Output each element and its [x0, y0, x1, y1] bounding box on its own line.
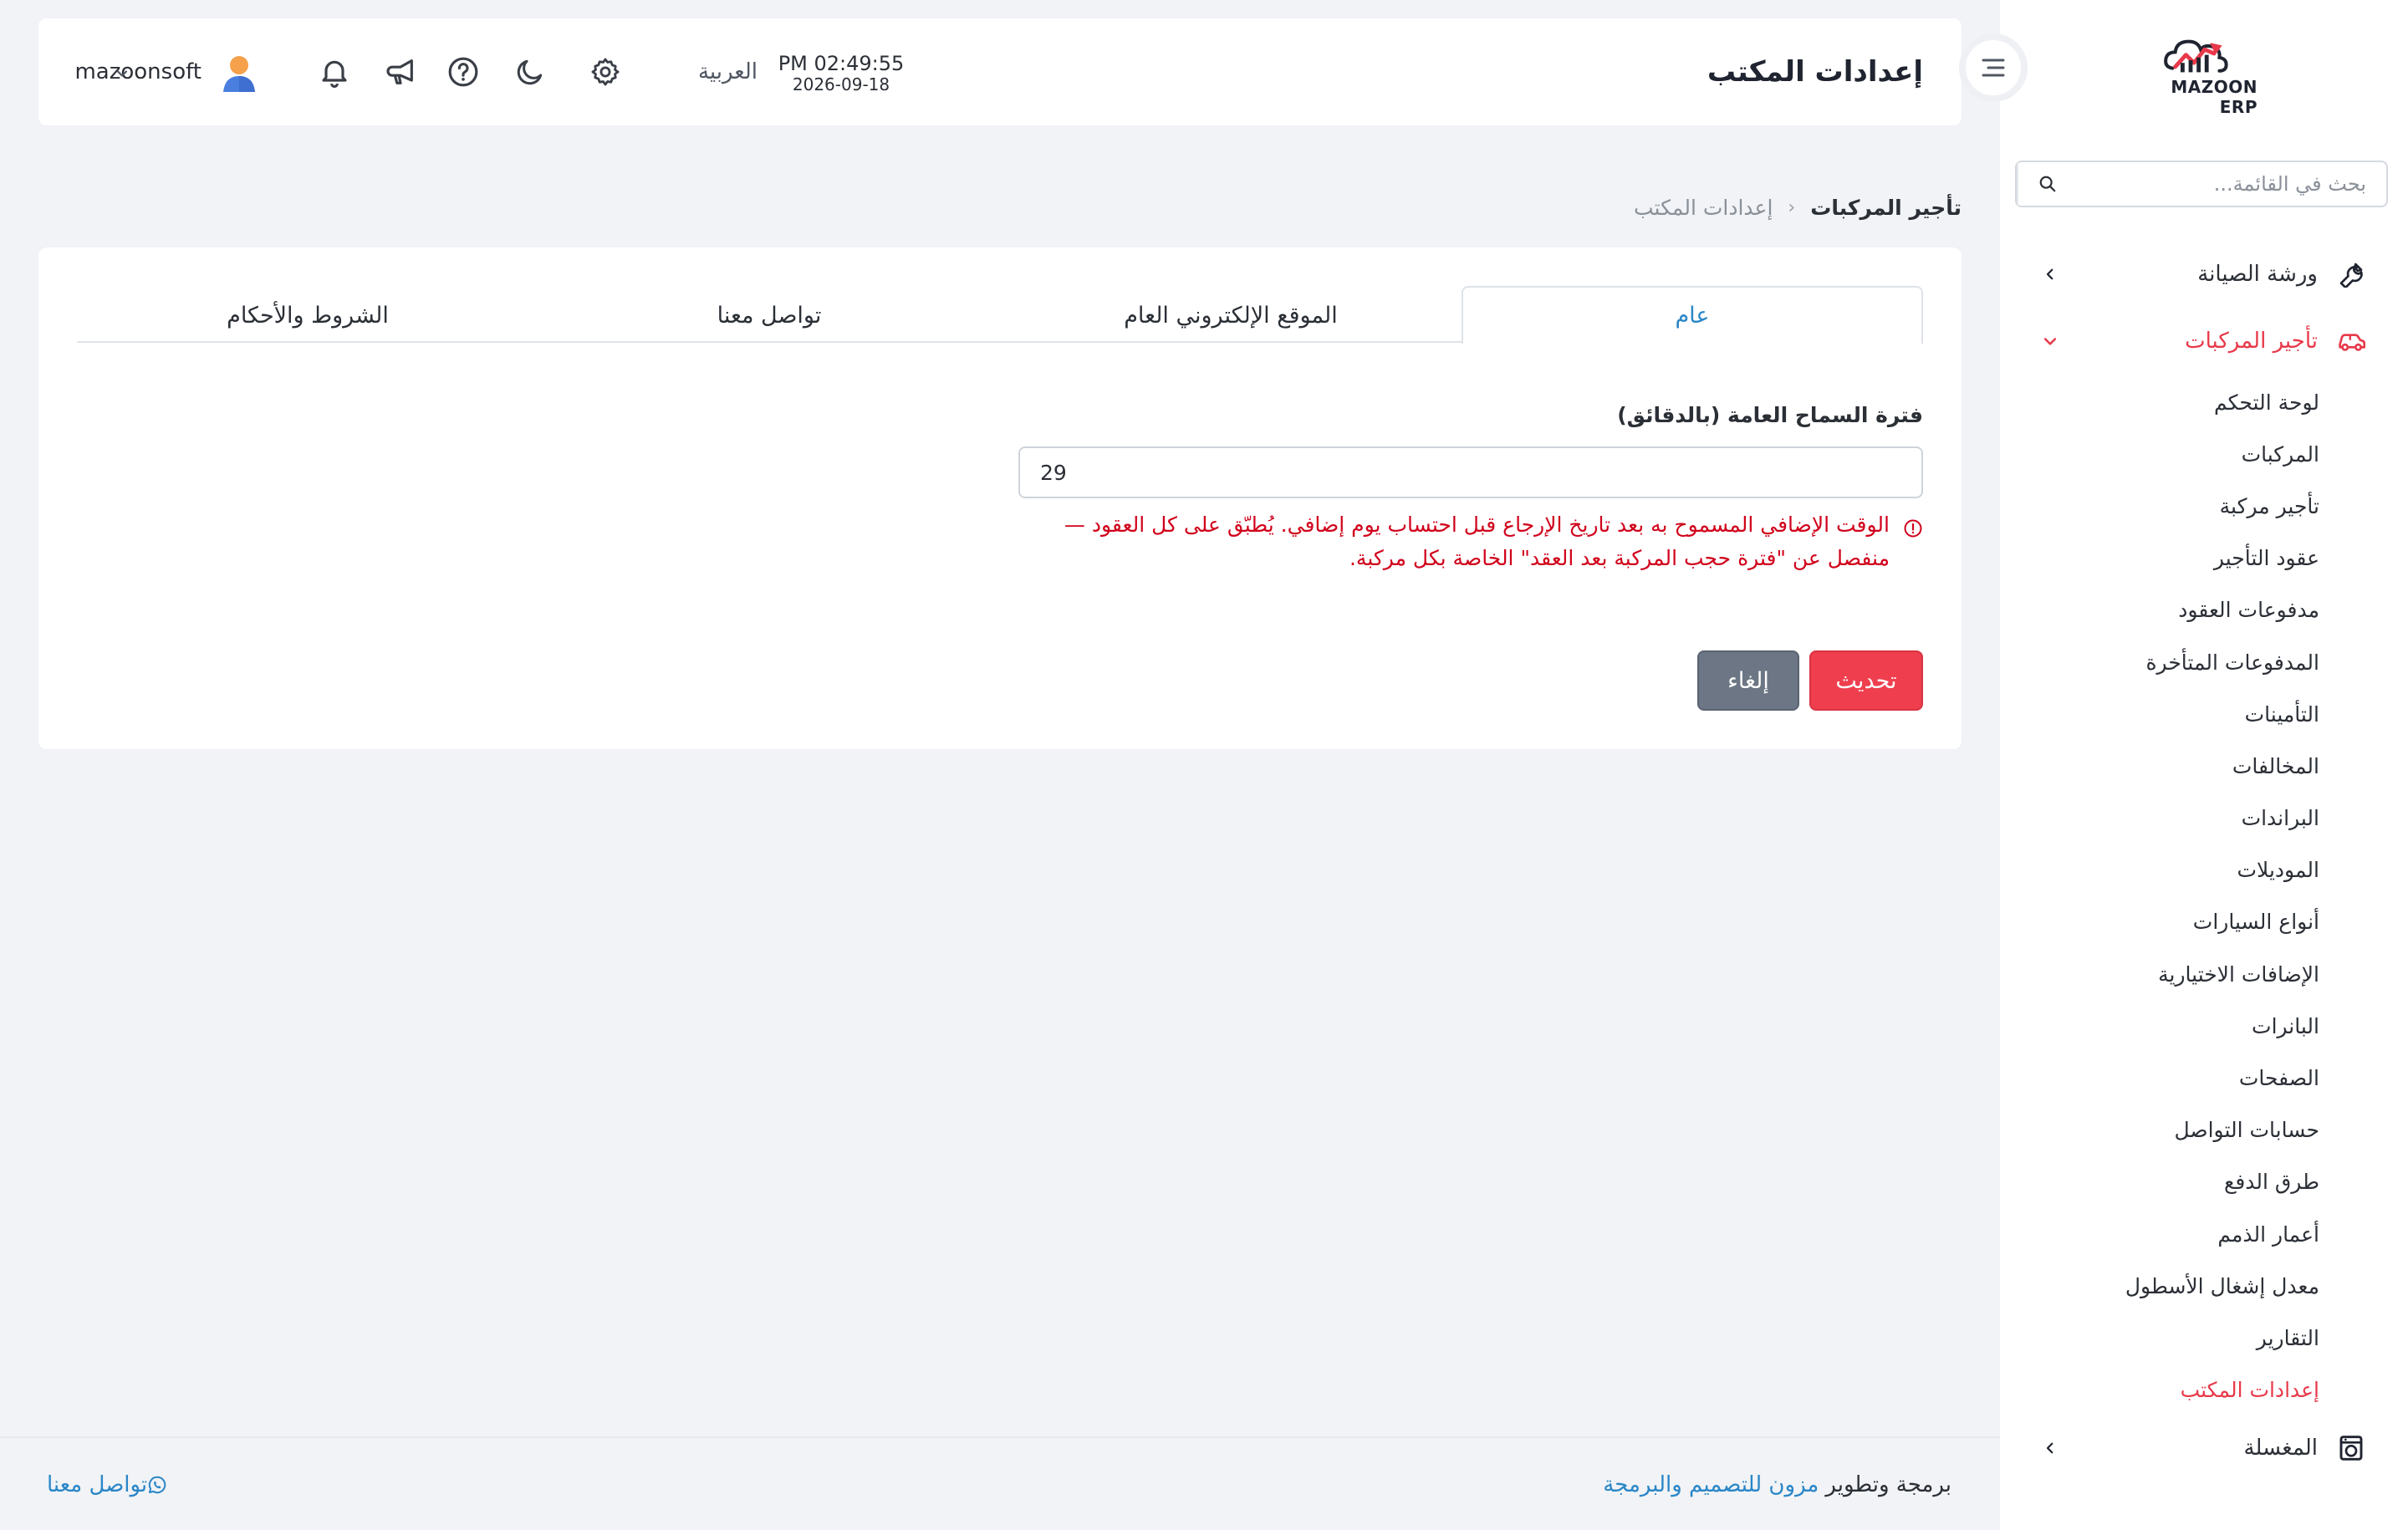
moon-icon[interactable]	[512, 54, 548, 90]
tab-public-website[interactable]: الموقع الإلكتروني العام	[1000, 286, 1462, 344]
user-name[interactable]: mazoonsoft	[74, 18, 202, 125]
grace-period-help: الوقت الإضافي المسموح به بعد تاريخ الإرج…	[1003, 508, 1923, 575]
update-button[interactable]: تحديث	[1809, 650, 1923, 711]
page-title: إعدادات المكتب	[1707, 55, 1923, 89]
whatsapp-icon	[147, 1475, 167, 1495]
sidebar-group-laundry[interactable]: المغسلة	[2033, 1423, 2368, 1473]
cancel-button[interactable]: إلغاء	[1697, 650, 1799, 711]
language-switch[interactable]: العربية	[698, 18, 758, 125]
sidebar-item-contract-payments[interactable]: مدفوعات العقود	[2018, 584, 2319, 636]
clock-date: 2026-09-18	[792, 74, 890, 94]
sidebar-item-pages[interactable]: الصفحات	[2018, 1052, 2319, 1104]
help-icon[interactable]	[445, 54, 482, 90]
sidebar-item-banners[interactable]: البانرات	[2018, 1000, 2319, 1052]
breadcrumb-current: إعدادات المكتب	[1634, 195, 1773, 220]
settings-tabs: عام الموقع الإلكتروني العام تواصل معنا ا…	[77, 286, 1923, 344]
footer: برمجة وتطوير مزون للتصميم والبرمجة تواصل…	[0, 1436, 2000, 1530]
sidebar-item-dashboard[interactable]: لوحة التحكم	[2018, 376, 2319, 428]
sidebar-item-models[interactable]: الموديلات	[2018, 844, 2319, 896]
search-icon[interactable]	[2017, 162, 2077, 206]
sidebar-group-maintenance[interactable]: ورشة الصيانة	[2033, 249, 2368, 299]
laundry-icon	[2334, 1435, 2368, 1461]
sidebar-search-input[interactable]	[2077, 172, 2386, 196]
tab-general[interactable]: عام	[1462, 286, 1923, 344]
brand-logo[interactable]: MAZOON ERP	[2137, 33, 2258, 117]
settings-card: عام الموقع الإلكتروني العام تواصل معنا ا…	[38, 247, 1962, 749]
wrench-icon	[2334, 261, 2368, 288]
chevron-left-icon	[2033, 1441, 2067, 1456]
breadcrumb: تأجير المركبات ‹ إعدادات المكتب	[1634, 191, 1962, 224]
sidebar-subitems: لوحة التحكم المركبات تأجير مركبة عقود ال…	[2018, 376, 2319, 1416]
sidebar-group-label: المغسلة	[2243, 1436, 2318, 1461]
footer-contact-label: تواصل معنا	[47, 1472, 148, 1497]
sidebar-item-social-accounts[interactable]: حسابات التواصل	[2018, 1104, 2319, 1156]
sidebar-item-office-settings[interactable]: إعدادات المكتب	[2018, 1364, 2319, 1416]
info-icon	[1901, 515, 1923, 548]
car-icon	[2334, 329, 2368, 354]
grace-period-label: فترة السماح العامة (بالدقائق)	[1617, 403, 1923, 427]
sidebar-item-rental-contracts[interactable]: عقود التأجير	[2018, 533, 2319, 584]
breadcrumb-parent[interactable]: تأجير المركبات	[1810, 196, 1962, 220]
menu-icon	[1982, 59, 2005, 77]
sidebar-item-brands[interactable]: البراندات	[2018, 793, 2319, 844]
footer-contact-link[interactable]: تواصل معنا	[47, 1438, 179, 1530]
clock: PM 02:49:55 2026-09-18	[774, 52, 908, 94]
sidebar-item-car-types[interactable]: أنواع السيارات	[2018, 896, 2319, 948]
sidebar-group-label: ورشة الصيانة	[2197, 262, 2318, 287]
brand-name: MAZOON ERP	[2171, 77, 2258, 117]
sidebar-item-extras[interactable]: الإضافات الاختيارية	[2018, 948, 2319, 1000]
chevron-left-icon	[2033, 267, 2067, 282]
top-header: إعدادات المكتب PM 02:49:55 2026-09-18 ال…	[38, 18, 1962, 125]
sidebar-group-vehicle-rental[interactable]: تأجير المركبات	[2033, 316, 2368, 366]
tab-contact-us[interactable]: تواصل معنا	[538, 286, 1000, 344]
chevron-down-icon	[2033, 333, 2067, 349]
sidebar-item-reports[interactable]: التقارير	[2018, 1312, 2319, 1364]
bell-icon[interactable]	[316, 54, 353, 90]
sidebar-item-fleet-occupancy[interactable]: معدل إشغال الأسطول	[2018, 1260, 2319, 1312]
grace-period-input[interactable]	[1018, 446, 1923, 498]
chevron-left-icon: ‹	[1788, 196, 1796, 218]
sidebar: MAZOON ERP ورشة الصيانة تأجير المركبات ل…	[2000, 0, 2408, 1530]
gear-icon[interactable]	[587, 54, 624, 90]
sidebar-item-violations[interactable]: المخالفات	[2018, 740, 2319, 792]
sidebar-item-rent-vehicle[interactable]: تأجير مركبة	[2018, 480, 2319, 532]
tab-terms[interactable]: الشروط والأحكام	[77, 286, 538, 344]
help-text: الوقت الإضافي المسموح به بعد تاريخ الإرج…	[1064, 513, 1890, 570]
logo-icon	[2164, 39, 2228, 73]
menu-toggle-button[interactable]	[1959, 33, 2028, 102]
sidebar-search	[2015, 161, 2388, 207]
sidebar-item-vehicles[interactable]: المركبات	[2018, 428, 2319, 480]
sidebar-item-payment-methods[interactable]: طرق الدفع	[2018, 1156, 2319, 1208]
sidebar-item-late-payments[interactable]: المدفوعات المتأخرة	[2018, 636, 2319, 688]
footer-credit: برمجة وتطوير مزون للتصميم والبرمجة	[1603, 1438, 1951, 1530]
megaphone-icon[interactable]	[382, 54, 419, 90]
sidebar-group-label: تأجير المركبات	[2185, 329, 2318, 354]
footer-credit-prefix: برمجة وتطوير	[1825, 1472, 1951, 1497]
sidebar-item-receivables-aging[interactable]: أعمار الذمم	[2018, 1208, 2319, 1260]
avatar[interactable]	[218, 52, 260, 94]
footer-credit-link[interactable]: مزون للتصميم والبرمجة	[1603, 1472, 1819, 1497]
clock-time: PM 02:49:55	[778, 52, 905, 75]
sidebar-item-deposits[interactable]: التأمينات	[2018, 688, 2319, 740]
chevron-down-icon[interactable]	[114, 65, 130, 82]
